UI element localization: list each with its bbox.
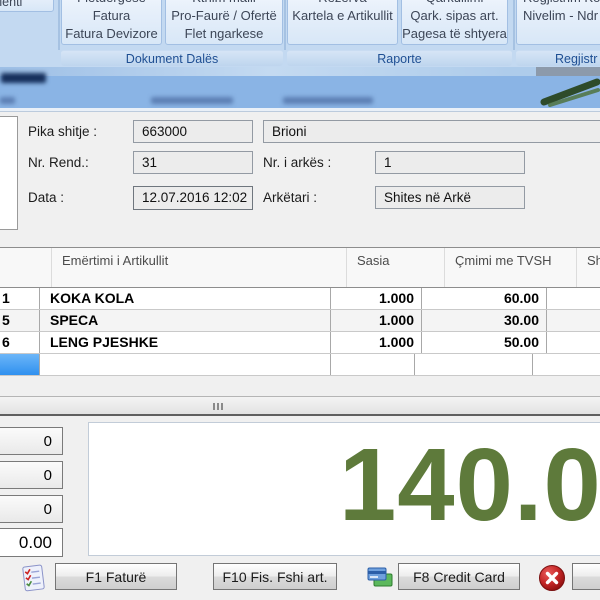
cell-qty (331, 354, 415, 375)
data-label: Data : (28, 186, 64, 209)
ribbon-item-qark-sipas-art[interactable]: Qark. sipas art. (402, 7, 507, 25)
ribbon-button-stack-rezerva[interactable]: Rezerva Kartela e Artikullit (287, 0, 398, 45)
ribbon-button-client-label: ga klienti (0, 0, 22, 9)
cell-price (415, 354, 533, 375)
blurred-text (0, 97, 15, 104)
cell-id: 6 (0, 332, 40, 353)
nr-rend-field[interactable]: 31 (133, 151, 253, 174)
cell-sum (533, 354, 600, 375)
ribbon-item-rezerva[interactable]: Rezerva (288, 0, 397, 7)
blurred-text (151, 97, 233, 104)
pika-shitje-field[interactable]: 663000 (133, 120, 253, 143)
blurred-title-text (1, 73, 46, 83)
ribbon-button-stack-fatura[interactable]: Fletdërgesë Fatura Fatura Devizore (61, 0, 162, 45)
cell-sum: 30.00 (547, 310, 600, 331)
ribbon-item-pagesa-te-shtyera[interactable]: Pagesa të shtyera (402, 25, 507, 43)
grand-total-value: 140.00 (339, 431, 600, 539)
cell-price: 60.00 (422, 288, 547, 309)
side-panel (0, 116, 18, 230)
ribbon-button-stack-qarkullimi[interactable]: Qarkullimi Qark. sipas art. Pagesa të sh… (401, 0, 508, 45)
selected-cell[interactable] (0, 354, 40, 375)
cancel-icon[interactable] (538, 564, 566, 592)
header-qty: Sasia (347, 248, 445, 287)
table-row[interactable]: 1 KOKA KOLA 1.000 60.00 60.00 (0, 288, 600, 310)
cell-name: KOKA KOLA (40, 288, 331, 309)
header-id (0, 248, 52, 287)
cell-name (40, 354, 331, 375)
side-total-field-1[interactable]: 0 (0, 427, 63, 455)
invoice-checklist-icon[interactable] (19, 564, 48, 593)
header-banner (0, 76, 600, 108)
cell-sum: 50.00 (547, 332, 600, 353)
items-table: Emërtimi i Artikullit Sasia Çmimi me TVS… (0, 247, 600, 376)
blurred-text (283, 97, 373, 104)
table-header-row: Emërtimi i Artikullit Sasia Çmimi me TVS… (0, 248, 600, 288)
cell-id: 1 (0, 288, 40, 309)
ribbon-item-regjistrim[interactable]: Regjistrim Ko (523, 0, 600, 7)
cell-name: SPECA (40, 310, 331, 331)
ribbon-item-qarkullimi[interactable]: Qarkullimi (402, 0, 507, 7)
ribbon-separator (284, 0, 286, 50)
horizontal-splitter[interactable] (0, 396, 600, 416)
nr-rend-label: Nr. Rend.: (28, 151, 89, 174)
side-total-field-2[interactable]: 0 (0, 461, 63, 489)
ribbon-group-label-dokument-dales: Dokument Dalës (61, 50, 283, 66)
ribbon-item-flet-ngarkese[interactable]: Flet ngarkese (166, 25, 282, 43)
nr-arkes-field[interactable]: 1 (375, 151, 525, 174)
pos-window: ga klienti Fletdërgesë Fatura Fatura Dev… (0, 0, 600, 600)
ribbon-item-fatura-devizore[interactable]: Fatura Devizore (62, 25, 161, 43)
ribbon-button-stack-regjistrim[interactable]: Regjistrim Ko Nivelim - Ndr (516, 0, 600, 45)
header-sum: Shuma me TVSH (577, 248, 600, 287)
ribbon-group-label-raporte: Raporte (287, 50, 512, 66)
header-name: Emërtimi i Artikullit (52, 248, 347, 287)
ribbon-item-kthim-malli[interactable]: Kthim malli (166, 0, 282, 7)
ribbon-item-fletdergese[interactable]: Fletdërgesë (62, 0, 161, 7)
cell-qty: 1.000 (331, 332, 422, 353)
banner-top-strip (0, 67, 600, 76)
grand-total-panel: 140.00 (88, 422, 600, 556)
credit-card-icon[interactable] (366, 566, 394, 590)
header-price: Çmimi me TVSH (445, 248, 577, 287)
pika-shitje-label: Pika shitje : (28, 120, 97, 143)
data-field[interactable]: 12.07.2016 12:02 (133, 186, 253, 210)
partial-right-button[interactable] (572, 563, 600, 590)
cell-id: 5 (0, 310, 40, 331)
ribbon-button-stack-kthim[interactable]: Kthim malli Pro-Faurë / Ofertë Flet ngar… (165, 0, 283, 45)
arketari-label: Arkëtari : (263, 186, 317, 209)
cell-price: 30.00 (422, 310, 547, 331)
pika-shitje-name-field[interactable]: Brioni (263, 120, 600, 143)
ribbon-separator (513, 0, 515, 50)
ribbon-toolbar: ga klienti Fletdërgesë Fatura Fatura Dev… (0, 0, 600, 67)
ribbon-item-kartela[interactable]: Kartela e Artikullit (288, 7, 397, 25)
cell-name: LENG PJESHKE (40, 332, 331, 353)
table-row[interactable]: 5 SPECA 1.000 30.00 30.00 (0, 310, 600, 332)
ribbon-item-fatura[interactable]: Fatura (62, 7, 161, 25)
ribbon-group-label-regjistr: Regjistr (516, 50, 600, 66)
cell-sum: 60.00 (547, 288, 600, 309)
table-row[interactable]: 6 LENG PJESHKE 1.000 50.00 50.00 (0, 332, 600, 354)
arketari-field[interactable]: Shites në Arkë (375, 186, 525, 209)
cell-qty: 1.000 (331, 310, 422, 331)
ribbon-separator (58, 0, 60, 50)
cell-qty: 1.000 (331, 288, 422, 309)
banner-bottom-strip (0, 108, 600, 112)
ribbon-item-nivelim[interactable]: Nivelim - Ndr (523, 7, 600, 25)
side-total-field-3[interactable]: 0 (0, 495, 63, 523)
ribbon-item-pro-faure[interactable]: Pro-Faurë / Ofertë (166, 7, 282, 25)
ribbon-button-client[interactable]: ga klienti (0, 0, 54, 12)
f1-fature-button[interactable]: F1 Faturë (55, 563, 177, 590)
f10-fshi-art-button[interactable]: F10 Fis. Fshi art. (213, 563, 337, 590)
logo-swoosh-icon (540, 77, 600, 107)
table-row-empty-selected[interactable] (0, 354, 600, 376)
cell-price: 50.00 (422, 332, 547, 353)
side-total-field-4[interactable]: 0.00 (0, 528, 63, 557)
splitter-grip-icon[interactable] (213, 403, 229, 410)
banner-top-strip-dark (536, 67, 600, 76)
nr-arkes-label: Nr. i arkës : (263, 151, 331, 174)
f8-credit-card-button[interactable]: F8 Credit Card (398, 563, 520, 590)
